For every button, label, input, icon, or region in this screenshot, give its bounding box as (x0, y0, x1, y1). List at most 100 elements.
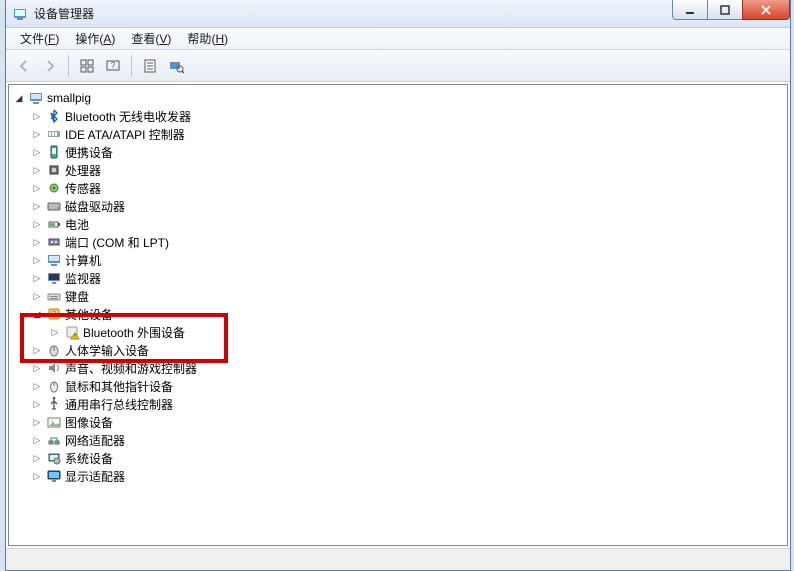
tree-item-label: 磁盘驱动器 (65, 198, 125, 215)
battery-icon (46, 216, 62, 232)
tree-item[interactable]: ▷ 系统设备 (29, 449, 785, 467)
menubar: 文件(F) 操作(A) 查看(V) 帮助(H) (6, 28, 790, 50)
properties-button[interactable] (138, 54, 162, 78)
bluetooth-icon (46, 108, 62, 124)
audio-icon (46, 360, 62, 376)
tree-item-label: 图像设备 (65, 414, 113, 431)
window-controls (673, 0, 790, 20)
tree-item-label: 其他设备 (65, 306, 113, 323)
tree-item[interactable]: ▷网络适配器 (29, 431, 785, 449)
expander-icon: ▷ (31, 236, 43, 248)
tree-root-label: smallpig (47, 91, 91, 105)
menu-help[interactable]: 帮助(H) (179, 28, 236, 49)
tree-item-label: 人体学输入设备 (65, 342, 149, 359)
help-toolbar-button[interactable]: ? (101, 54, 125, 78)
tree-item-label: 传感器 (65, 180, 101, 197)
monitor-icon (46, 270, 62, 286)
device-tree: ◢ smallpig ▷ Bluetooth 无线电收发器 ▷ IDE ATA/ATA… (11, 89, 785, 485)
expander-icon: ▷ (31, 254, 43, 266)
image-icon (46, 414, 62, 430)
computer-icon (28, 90, 44, 106)
expander-icon: ▷ (31, 218, 43, 230)
tree-item[interactable]: ▷ 端口 (COM 和 LPT) (29, 233, 785, 251)
tree-item-label: 声音、视频和游戏控制器 (65, 360, 197, 377)
toolbar-separator (131, 55, 132, 77)
close-button[interactable] (742, 0, 790, 20)
expander-icon: ▷ (31, 272, 43, 284)
tree-item[interactable]: ▷ 人体学输入设备 (29, 341, 785, 359)
tree-item[interactable]: ▷键盘 (29, 287, 785, 305)
ide-icon (46, 126, 62, 142)
expander-icon[interactable]: ◢ (31, 308, 43, 320)
expander-icon: ▷ (31, 164, 43, 176)
svg-text:?: ? (51, 309, 56, 319)
svg-text:?: ? (111, 61, 116, 70)
computer-icon (46, 252, 62, 268)
expander-icon: ▷ (31, 182, 43, 194)
expander-icon: ▷ (31, 344, 43, 356)
tree-item[interactable]: ▷通用串行总线控制器 (29, 395, 785, 413)
tree-item-label: 鼠标和其他指针设备 (65, 378, 173, 395)
usb-icon (46, 396, 62, 412)
window-title: 设备管理器 (34, 5, 94, 22)
tree-item[interactable]: ▷ 鼠标和其他指针设备 (29, 377, 785, 395)
tree-item-label: 通用串行总线控制器 (65, 396, 173, 413)
system-icon (46, 450, 62, 466)
expander-icon: ▷ (31, 110, 43, 122)
titlebar[interactable]: 设备管理器 (6, 0, 790, 28)
portable-icon (46, 144, 62, 160)
device-tree-panel[interactable]: ◢ smallpig ▷ Bluetooth 无线电收发器 ▷ IDE ATA/ATA… (8, 84, 788, 546)
back-button[interactable] (12, 54, 36, 78)
tree-item[interactable]: ▷图像设备 (29, 413, 785, 431)
forward-button[interactable] (38, 54, 62, 78)
expander-icon: ▷ (49, 326, 61, 338)
view-details-button[interactable] (75, 54, 99, 78)
disk-icon (46, 198, 62, 214)
expander-icon[interactable]: ◢ (13, 92, 25, 104)
tree-item[interactable]: ▷ IDE ATA/ATAPI 控制器 (29, 125, 785, 143)
expander-icon: ▷ (31, 380, 43, 392)
menu-action[interactable]: 操作(A) (67, 28, 123, 49)
tree-item[interactable]: ▷ 声音、视频和游戏控制器 (29, 359, 785, 377)
tree-item[interactable]: ▷!Bluetooth 外围设备 (47, 323, 785, 341)
expander-icon: ▷ (31, 434, 43, 446)
warning-device-icon: ! (64, 324, 80, 340)
expander-icon: ▷ (31, 200, 43, 212)
tree-item-label: IDE ATA/ATAPI 控制器 (65, 126, 185, 143)
tree-item-label: Bluetooth 无线电收发器 (65, 108, 191, 125)
statusbar (6, 548, 790, 570)
minimize-button[interactable] (672, 0, 708, 20)
tree-item[interactable]: ▷ 传感器 (29, 179, 785, 197)
tree-item-label: 系统设备 (65, 450, 113, 467)
app-icon (12, 6, 28, 22)
tree-item-label: 便携设备 (65, 144, 113, 161)
sensor-icon (46, 180, 62, 196)
maximize-button[interactable] (707, 0, 743, 20)
tree-item[interactable]: ▷ Bluetooth 无线电收发器 (29, 107, 785, 125)
tree-item[interactable]: ▷ 计算机 (29, 251, 785, 269)
tree-item-label: 监视器 (65, 270, 101, 287)
tree-item[interactable]: ▷ 监视器 (29, 269, 785, 287)
scan-hardware-button[interactable] (164, 54, 188, 78)
expander-icon: ▷ (31, 452, 43, 464)
expander-icon: ▷ (31, 128, 43, 140)
tree-item-label: 处理器 (65, 162, 101, 179)
display-icon (46, 468, 62, 484)
tree-item[interactable]: ▷电池 (29, 215, 785, 233)
menu-view[interactable]: 查看(V) (123, 28, 179, 49)
device-manager-window: 设备管理器 文件(F) 操作(A) 查看(V) 帮助(H) ? ◢ smallp… (5, 0, 791, 571)
tree-item-label: Bluetooth 外围设备 (83, 324, 185, 341)
tree-item[interactable]: ▷ 磁盘驱动器 (29, 197, 785, 215)
expander-icon: ▷ (31, 290, 43, 302)
menu-file[interactable]: 文件(F) (12, 28, 67, 49)
tree-root[interactable]: ◢ smallpig (11, 89, 785, 107)
tree-item-label: 计算机 (65, 252, 101, 269)
expander-icon: ▷ (31, 362, 43, 374)
tree-item[interactable]: ◢? 其他设备 (29, 305, 785, 323)
tree-item[interactable]: ▷ 处理器 (29, 161, 785, 179)
tree-item[interactable]: ▷显示适配器 (29, 467, 785, 485)
port-icon (46, 234, 62, 250)
tree-item[interactable]: ▷便携设备 (29, 143, 785, 161)
tree-item-label: 端口 (COM 和 LPT) (65, 234, 169, 251)
other-icon: ? (46, 306, 62, 322)
